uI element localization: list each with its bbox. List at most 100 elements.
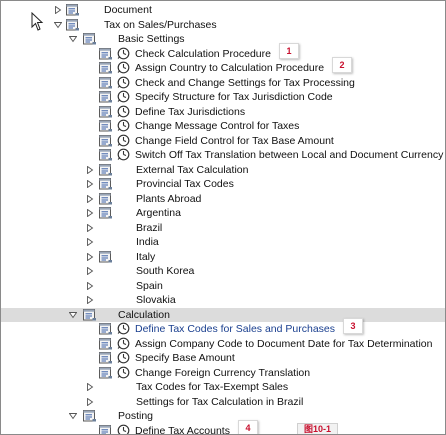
documentation-icon[interactable] — [99, 134, 113, 147]
documentation-icon[interactable] — [99, 250, 113, 263]
tree-row-assign-country-to-calculation-procedure[interactable]: Assign Country to Calculation Procedure 2 — [1, 57, 445, 76]
tree-node-label[interactable]: Document — [104, 3, 152, 18]
tree-row-change-message-control-for-taxes[interactable]: Change Message Control for Taxes — [1, 119, 445, 134]
tree-node-label[interactable]: Check Calculation Procedure — [135, 47, 271, 62]
tree-node-label[interactable]: Settings for Tax Calculation in Brazil — [136, 395, 303, 410]
execute-activity-icon[interactable] — [117, 61, 130, 74]
collapse-arrow-icon[interactable] — [69, 35, 77, 43]
documentation-icon[interactable] — [99, 105, 113, 118]
expand-arrow-icon[interactable] — [86, 194, 94, 203]
tree-node-label[interactable]: Check and Change Settings for Tax Proces… — [135, 76, 355, 91]
tree-row-check-and-change-settings-for-tax-processing[interactable]: Check and Change Settings for Tax Proces… — [1, 76, 445, 91]
tree-row-plants-abroad[interactable]: Plants Abroad — [1, 192, 445, 207]
collapse-arrow-icon[interactable] — [69, 412, 77, 420]
tree-row-external-tax-calculation[interactable]: External Tax Calculation — [1, 163, 445, 178]
tree-node-label[interactable]: Define Tax Accounts — [135, 424, 230, 435]
tree-row-assign-company-code-to-document-date-for-tax-determination[interactable]: Assign Company Code to Document Date for… — [1, 337, 445, 352]
tree-node-label[interactable]: Change Message Control for Taxes — [135, 119, 299, 134]
tree-node-label[interactable]: India — [136, 235, 159, 250]
documentation-icon[interactable] — [99, 76, 113, 89]
tree-node-label[interactable]: Argentina — [136, 206, 181, 221]
tree-row-basic-settings[interactable]: Basic Settings — [1, 32, 445, 47]
tree-node-label[interactable]: Define Tax Jurisdictions — [135, 105, 245, 120]
execute-activity-icon[interactable] — [117, 90, 130, 103]
execute-activity-icon[interactable] — [117, 337, 130, 350]
execute-activity-icon[interactable] — [117, 47, 130, 60]
documentation-icon[interactable] — [99, 424, 113, 434]
execute-activity-icon[interactable] — [117, 351, 130, 364]
tree-node-label[interactable]: Spain — [136, 279, 163, 294]
tree-node-label[interactable]: Plants Abroad — [136, 192, 201, 207]
documentation-icon[interactable] — [83, 33, 97, 45]
tree-row-brazil[interactable]: Brazil — [1, 221, 445, 236]
tree-node-label[interactable]: South Korea — [136, 264, 194, 279]
tree-row-south-korea[interactable]: South Korea — [1, 264, 445, 279]
documentation-icon[interactable] — [66, 4, 80, 16]
tree-node-label[interactable]: Define Tax Codes for Sales and Purchases — [135, 322, 335, 337]
documentation-icon[interactable] — [99, 337, 113, 350]
execute-activity-icon[interactable] — [117, 424, 130, 434]
tree-row-tax-codes-for-tax-exempt-sales[interactable]: Tax Codes for Tax-Exempt Sales — [1, 380, 445, 395]
tree-row-document[interactable]: Document — [1, 3, 445, 18]
documentation-icon[interactable] — [99, 91, 113, 103]
tree-row-italy[interactable]: Italy — [1, 250, 445, 265]
tree-row-posting[interactable]: Posting — [1, 409, 445, 424]
expand-arrow-icon[interactable] — [86, 252, 94, 261]
tree-node-label[interactable]: Tax Codes for Tax-Exempt Sales — [136, 380, 288, 395]
collapse-arrow-icon[interactable] — [54, 21, 62, 29]
documentation-icon[interactable] — [99, 120, 113, 132]
tree-row-provincial-tax-codes[interactable]: Provincial Tax Codes — [1, 177, 445, 192]
documentation-icon[interactable] — [99, 207, 113, 219]
tree-node-label[interactable]: Posting — [118, 409, 153, 424]
expand-arrow-icon[interactable] — [86, 296, 94, 304]
tree-node-label[interactable]: Brazil — [136, 221, 162, 236]
execute-activity-icon[interactable] — [117, 148, 130, 161]
collapse-arrow-icon[interactable] — [69, 311, 77, 319]
tree-node-label[interactable]: Basic Settings — [118, 32, 185, 47]
tree-row-change-field-control-for-tax-base-amount[interactable]: Change Field Control for Tax Base Amount — [1, 134, 445, 149]
documentation-icon[interactable] — [99, 192, 113, 205]
documentation-icon[interactable] — [99, 149, 113, 161]
tree-node-label[interactable]: Switch Off Tax Translation between Local… — [135, 148, 443, 163]
expand-arrow-icon[interactable] — [86, 209, 94, 217]
execute-activity-icon[interactable] — [117, 105, 130, 118]
tree-row-check-calculation-procedure[interactable]: Check Calculation Procedure 1 — [1, 42, 445, 62]
expand-arrow-icon[interactable] — [86, 238, 94, 246]
tree-row-define-tax-accounts[interactable]: Define Tax Accounts 4 — [1, 419, 445, 435]
execute-activity-icon[interactable] — [117, 76, 130, 89]
tree-node-label[interactable]: Assign Company Code to Document Date for… — [135, 337, 432, 352]
expand-arrow-icon[interactable] — [86, 223, 94, 232]
documentation-icon[interactable] — [66, 18, 80, 31]
tree-row-switch-off-tax-translation-between-local-and-document-currency[interactable]: Switch Off Tax Translation between Local… — [1, 148, 445, 163]
tree-node-label[interactable]: Tax on Sales/Purchases — [104, 18, 217, 33]
tree-node-label[interactable]: Specify Base Amount — [135, 351, 235, 366]
tree-row-define-tax-codes-for-sales-and-purchases[interactable]: Define Tax Codes for Sales and Purchases… — [1, 318, 445, 337]
documentation-icon[interactable] — [99, 366, 113, 379]
tree-node-label[interactable]: Italy — [136, 250, 155, 265]
tree-row-settings-for-tax-calculation-in-brazil[interactable]: Settings for Tax Calculation in Brazil — [1, 395, 445, 410]
execute-activity-icon[interactable] — [117, 134, 130, 147]
expand-arrow-icon[interactable] — [86, 281, 94, 290]
tree-node-label[interactable]: Calculation — [118, 308, 170, 323]
documentation-icon[interactable] — [99, 163, 113, 176]
execute-activity-icon[interactable] — [117, 119, 130, 132]
execute-activity-icon[interactable] — [117, 366, 130, 379]
tree-node-label[interactable]: Change Foreign Currency Translation — [135, 366, 310, 381]
tree-node-label[interactable]: Assign Country to Calculation Procedure — [135, 61, 324, 76]
tree-row-tax-on-sales-purchases[interactable]: Tax on Sales/Purchases — [1, 18, 445, 33]
documentation-icon[interactable] — [99, 62, 113, 74]
expand-arrow-icon[interactable] — [86, 397, 94, 406]
documentation-icon[interactable] — [99, 47, 113, 60]
tree-row-slovakia[interactable]: Slovakia — [1, 293, 445, 308]
execute-activity-icon[interactable] — [117, 322, 130, 335]
documentation-icon[interactable] — [83, 308, 97, 321]
documentation-icon[interactable] — [99, 352, 113, 364]
documentation-icon[interactable] — [83, 410, 97, 422]
tree-row-spain[interactable]: Spain — [1, 279, 445, 294]
tree-node-label[interactable]: Provincial Tax Codes — [136, 177, 234, 192]
tree-row-change-foreign-currency-translation[interactable]: Change Foreign Currency Translation — [1, 366, 445, 381]
expand-arrow-icon[interactable] — [86, 180, 94, 188]
documentation-icon[interactable] — [99, 323, 113, 335]
tree-node-label[interactable]: Slovakia — [136, 293, 176, 308]
expand-arrow-icon[interactable] — [86, 267, 94, 275]
